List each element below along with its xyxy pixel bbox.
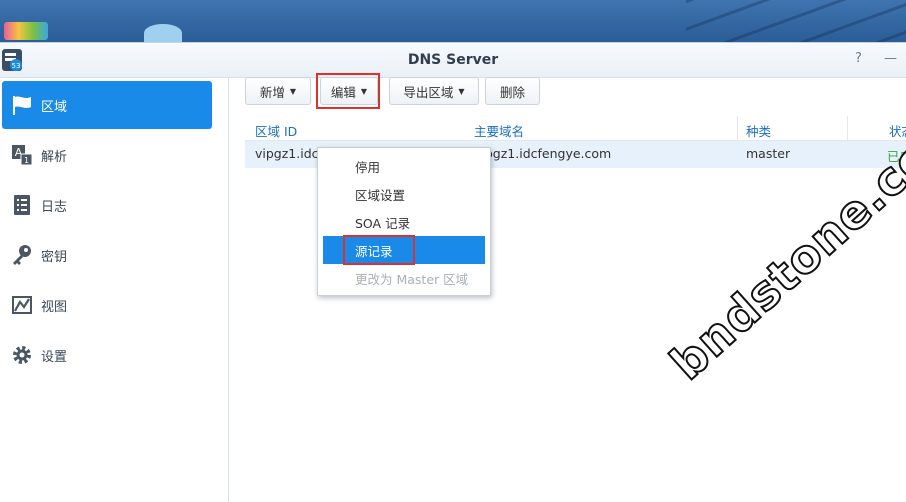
column-header-zone-id[interactable]: 区域 ID	[255, 121, 297, 140]
sidebar-item-label: 视图	[41, 299, 68, 315]
sidebar-item-view[interactable]: 视图	[2, 281, 212, 329]
menu-item-label: 区域设置	[355, 187, 406, 203]
desktop-background	[0, 0, 906, 42]
menu-item-zone-settings[interactable]: 区域设置	[318, 180, 490, 208]
flag-icon	[10, 93, 34, 117]
column-separator[interactable]	[847, 116, 848, 140]
view-icon	[10, 293, 34, 317]
cell-domain: vipgz1.idcfengye.com	[474, 146, 612, 161]
create-button-label: 新增	[259, 84, 285, 100]
sidebar-item-label: 日志	[41, 199, 68, 215]
edit-dropdown-menu: 停用 区域设置 SOA 记录 源记录 更改为 Master 区域	[317, 147, 491, 296]
key-icon	[10, 243, 34, 267]
minimize-button[interactable]: —	[884, 51, 897, 66]
help-button[interactable]: ?	[855, 51, 862, 66]
sidebar-item-label: 区域	[41, 99, 68, 115]
chevron-down-icon: ▼	[289, 86, 297, 96]
menu-item-label: 停用	[355, 159, 381, 175]
delete-button[interactable]: 删除	[485, 77, 540, 105]
menu-item-label: SOA 记录	[355, 215, 411, 231]
desktop-app-icon[interactable]	[4, 22, 48, 40]
export-zone-button[interactable]: 导出区域 ▼	[389, 77, 479, 105]
desktop-wallpaper-stripe	[686, 0, 906, 42]
title-bar[interactable]: 53 DNS Server ? —	[0, 43, 906, 78]
resolve-icon: A1	[10, 143, 34, 167]
sidebar-item-label: 密钥	[41, 249, 68, 265]
highlight-box-resource-record	[343, 235, 415, 265]
svg-text:1: 1	[24, 156, 29, 165]
sidebar: 区域 A1 解析 日志 密钥 视图 设置	[0, 78, 229, 502]
log-icon	[10, 193, 34, 217]
menu-item-disable[interactable]: 停用	[318, 152, 490, 180]
highlight-box-edit	[316, 73, 380, 109]
export-button-label: 导出区域	[403, 84, 454, 100]
chevron-down-icon: ▼	[458, 86, 465, 96]
sidebar-item-key[interactable]: 密钥	[2, 231, 212, 279]
column-header-domain[interactable]: 主要域名	[474, 121, 524, 140]
menu-item-soa-record[interactable]: SOA 记录	[318, 208, 490, 236]
sidebar-item-log[interactable]: 日志	[2, 181, 212, 229]
desktop-app-icon-2[interactable]	[144, 24, 182, 42]
grid-header: 区域 ID 主要域名 种类 状态	[245, 116, 906, 141]
column-separator[interactable]	[737, 116, 738, 140]
create-button[interactable]: 新增 ▼	[245, 77, 311, 105]
window-title: DNS Server	[407, 52, 499, 68]
column-header-type[interactable]: 种类	[746, 121, 771, 140]
sidebar-item-settings[interactable]: 设置	[2, 331, 212, 379]
cell-type: master	[746, 146, 791, 161]
gear-icon	[10, 343, 34, 367]
sidebar-item-label: 设置	[41, 349, 68, 365]
sidebar-item-resolve[interactable]: A1 解析	[2, 131, 212, 179]
sidebar-item-zone[interactable]: 区域	[2, 81, 212, 129]
menu-item-change-to-master: 更改为 Master 区域	[318, 264, 490, 292]
sidebar-item-label: 解析	[41, 149, 68, 165]
delete-button-label: 删除	[499, 84, 525, 100]
menu-item-label: 更改为 Master 区域	[355, 271, 469, 287]
cell-zone-id: vipgz1.idcf	[255, 146, 319, 161]
